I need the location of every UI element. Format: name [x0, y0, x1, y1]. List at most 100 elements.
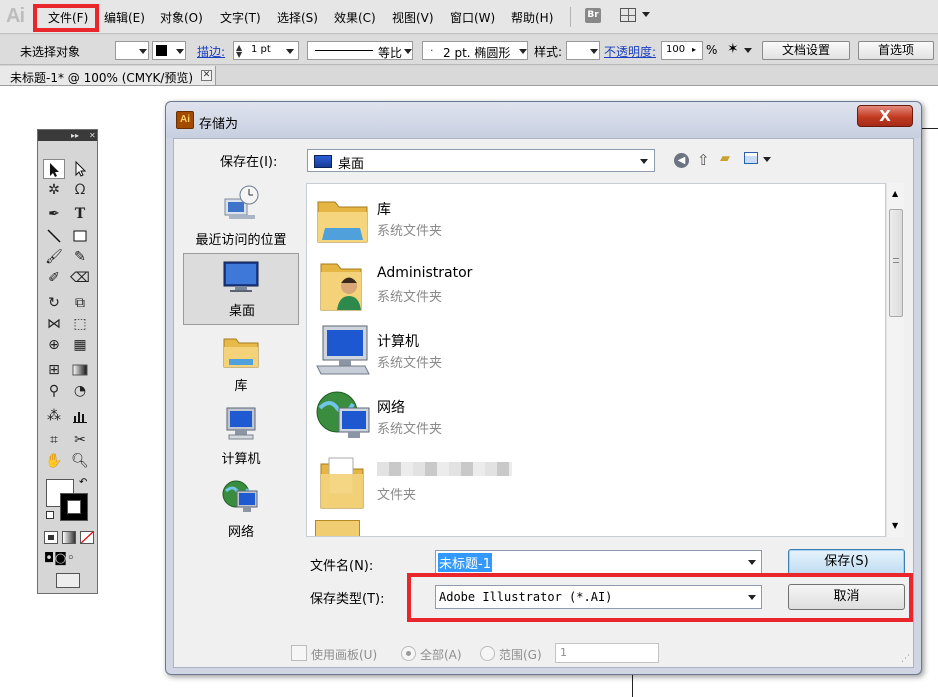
brush-definition[interactable]: · 2 pt. 椭圆形: [422, 41, 528, 60]
use-artboards-checkbox[interactable]: [291, 645, 307, 661]
slice-tool-icon[interactable]: ✂: [69, 430, 91, 450]
list-item[interactable]: 库 系统文件夹: [312, 186, 872, 252]
screen-mode-icon[interactable]: [56, 573, 80, 588]
chevron-down-icon: [640, 159, 648, 164]
eyedropper-tool-icon[interactable]: ⚲: [43, 381, 65, 401]
close-icon[interactable]: ✕: [201, 70, 212, 81]
place-recent[interactable]: 最近访问的位置: [183, 181, 299, 253]
menu-effect[interactable]: 效果(C): [334, 9, 376, 26]
computer-icon: [316, 325, 370, 375]
filename-input[interactable]: 未标题-1: [435, 550, 762, 574]
zoom-tool-icon[interactable]: 🔍︎: [69, 451, 91, 471]
file-list-scrollbar[interactable]: ▲ ▼: [886, 183, 904, 537]
range-input[interactable]: 1: [555, 643, 659, 663]
stroke-link[interactable]: 描边:: [197, 43, 225, 60]
pen-tool-icon[interactable]: ✒: [43, 204, 65, 224]
close-icon[interactable]: ✕: [89, 130, 96, 141]
column-graph-tool-icon[interactable]: [69, 406, 91, 426]
menu-edit[interactable]: 编辑(E): [104, 9, 145, 26]
lasso-tool-icon[interactable]: ᘯ: [69, 180, 91, 200]
dialog-titlebar[interactable]: Ai 存储为 X: [166, 102, 921, 138]
variable-width-profile[interactable]: 等比: [307, 41, 413, 60]
view-menu-icon[interactable]: [744, 152, 758, 164]
document-tab[interactable]: 未标题-1* @ 100% (CMYK/预览) ✕: [0, 66, 216, 86]
free-transform-tool-icon[interactable]: ⬚: [69, 314, 91, 334]
drawing-mode-icon[interactable]: ◘◙◦: [44, 551, 75, 566]
place-network[interactable]: 网络: [183, 475, 299, 547]
file-type: 系统文件夹: [377, 224, 443, 239]
tools-panel-header[interactable]: ▸▸ ✕: [38, 130, 97, 141]
libraries-icon: [317, 201, 368, 243]
list-item[interactable]: Administrator 系统文件夹: [312, 252, 872, 318]
recolor-button[interactable]: ✶: [727, 41, 753, 60]
blend-tool-icon[interactable]: ◔: [69, 381, 91, 401]
swap-colors-icon[interactable]: ↶: [79, 477, 87, 488]
menu-window[interactable]: 窗口(W): [450, 9, 495, 26]
scrollbar-thumb[interactable]: [889, 209, 903, 317]
none-mode-icon[interactable]: [80, 531, 94, 544]
eraser-tool-icon[interactable]: ⌫: [69, 268, 91, 288]
scroll-up-icon[interactable]: ▲: [892, 189, 898, 198]
type-tool-icon[interactable]: T: [69, 204, 91, 224]
chevron-down-icon[interactable]: [763, 157, 771, 162]
rotate-tool-icon[interactable]: ↻: [43, 293, 65, 313]
width-tool-icon[interactable]: ⋈: [43, 314, 65, 334]
resize-grip-icon[interactable]: ⋰: [901, 654, 910, 664]
up-folder-icon[interactable]: ⇧: [697, 151, 710, 169]
graphic-style-swatch[interactable]: [566, 41, 600, 60]
gradient-tool-icon[interactable]: [69, 360, 91, 380]
all-radio[interactable]: [401, 646, 416, 661]
scroll-down-icon[interactable]: ▼: [892, 521, 898, 530]
stroke-swatch[interactable]: [152, 41, 186, 60]
stroke-color-icon[interactable]: [60, 493, 88, 521]
scale-tool-icon[interactable]: ⧉: [69, 293, 91, 313]
place-desktop[interactable]: 桌面: [183, 253, 299, 325]
symbol-sprayer-tool-icon[interactable]: ⁂: [43, 406, 65, 426]
preferences-button[interactable]: 首选项: [858, 41, 934, 60]
line-tool-icon[interactable]: [43, 226, 65, 246]
place-libraries[interactable]: 库: [183, 329, 299, 401]
folder-icon: [320, 457, 364, 509]
selection-tool-icon[interactable]: [43, 159, 65, 179]
menu-help[interactable]: 帮助(H): [511, 9, 553, 26]
fill-swatch[interactable]: [115, 41, 149, 60]
dialog-close-button[interactable]: X: [857, 105, 913, 127]
workspace-switcher[interactable]: [620, 8, 652, 23]
menu-select[interactable]: 选择(S): [277, 9, 318, 26]
color-mode-icon[interactable]: [44, 531, 58, 544]
mesh-tool-icon[interactable]: ⊞: [43, 360, 65, 380]
rectangle-tool-icon[interactable]: [69, 226, 91, 246]
menu-type[interactable]: 文字(T): [220, 9, 261, 26]
magic-wand-tool-icon[interactable]: ✲: [43, 180, 65, 200]
perspective-grid-tool-icon[interactable]: ▦: [69, 335, 91, 355]
opacity-link[interactable]: 不透明度:: [604, 43, 656, 60]
save-button[interactable]: 保存(S): [788, 549, 905, 575]
hand-tool-icon[interactable]: ✋: [43, 451, 65, 471]
default-colors-icon[interactable]: [46, 511, 54, 519]
list-item[interactable]: 网络 系统文件夹: [312, 384, 872, 450]
direct-selection-tool-icon[interactable]: [69, 159, 91, 179]
range-radio[interactable]: [480, 646, 495, 661]
opacity-field[interactable]: 100 ▸: [661, 41, 703, 60]
document-setup-button[interactable]: 文档设置: [762, 41, 850, 60]
blob-brush-tool-icon[interactable]: ✐: [43, 268, 65, 288]
shape-builder-tool-icon[interactable]: ⊕: [43, 335, 65, 355]
gradient-mode-icon[interactable]: [62, 531, 76, 544]
menu-object[interactable]: 对象(O): [160, 9, 203, 26]
collapse-icon[interactable]: ▸▸: [71, 130, 79, 141]
artboard-tool-icon[interactable]: ⌗: [43, 430, 65, 450]
chevron-down-icon: [286, 49, 294, 54]
bridge-button[interactable]: Br: [585, 8, 601, 23]
paintbrush-tool-icon[interactable]: 🖌: [43, 247, 65, 267]
new-folder-icon[interactable]: ▰: [720, 151, 730, 166]
pencil-tool-icon[interactable]: ✎: [69, 247, 91, 267]
stroke-weight-field[interactable]: ▲ ▼ 1 pt: [233, 41, 299, 60]
place-computer[interactable]: 计算机: [183, 402, 299, 474]
menu-separator: [570, 7, 571, 27]
back-icon[interactable]: ◀: [674, 153, 689, 168]
save-in-dropdown[interactable]: 桌面: [307, 149, 655, 172]
menu-view[interactable]: 视图(V): [392, 9, 434, 26]
file-list[interactable]: 库 系统文件夹 Administrator 系统文件夹 计算机 系统文件夹 网络…: [306, 183, 886, 537]
list-item[interactable]: 计算机 系统文件夹: [312, 318, 872, 384]
list-item[interactable]: 文件夹: [312, 450, 872, 516]
